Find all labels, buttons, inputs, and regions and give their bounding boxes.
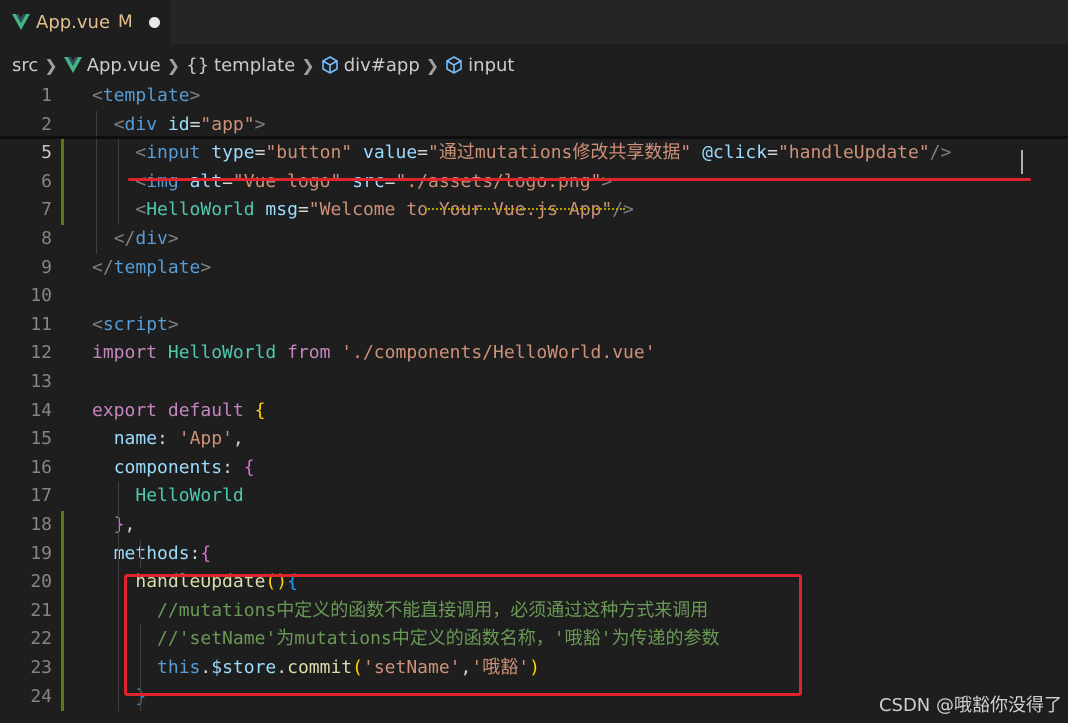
code-line[interactable]: 11 <script> [0, 311, 1068, 340]
cube-icon [446, 56, 462, 74]
line-number: 2 [41, 113, 52, 135]
chevron-right-icon: ❯ [166, 55, 181, 75]
tab-app-vue[interactable]: App.vue M [0, 0, 170, 44]
code-text: </template> [92, 256, 212, 278]
line-number: 9 [41, 256, 52, 278]
code-text: <div id="app"> [113, 113, 266, 135]
breadcrumb: src ❯ App.vue ❯ {} template ❯ div#app ❯ … [0, 44, 1068, 86]
code-line[interactable]: 10 [0, 282, 1068, 311]
tab-modified-badge: M [118, 12, 133, 32]
line-number: 1 [41, 85, 52, 106]
text-cursor [1021, 150, 1023, 174]
braces-icon: {} [186, 54, 210, 76]
code-line[interactable]: 19 methods:{ [0, 539, 1068, 569]
code-line[interactable]: 16 components: { [0, 454, 1068, 483]
line-number: 14 [30, 399, 52, 421]
warning-squiggle [425, 206, 625, 210]
line-number: 17 [30, 485, 52, 507]
git-modified-marker[interactable] [61, 511, 64, 540]
line-number: 15 [30, 428, 52, 450]
chevron-right-icon: ❯ [301, 55, 315, 75]
code-line[interactable]: 5 <input type="button" value="通过mutation… [0, 139, 1068, 168]
code-line[interactable]: 17 HelloWorld [0, 482, 1068, 511]
git-modified-marker[interactable] [61, 625, 64, 654]
line-number: 23 [30, 657, 52, 678]
code-line[interactable]: 1 <template> [0, 82, 1068, 111]
line-number: 19 [30, 542, 52, 564]
tab-bar: App.vue M [0, 0, 1068, 44]
git-modified-marker[interactable] [61, 568, 64, 597]
code-line[interactable]: 9 </template> [0, 254, 1068, 283]
code-text: methods:{ [113, 542, 212, 564]
code-text: </div> [113, 228, 179, 249]
git-modified-marker[interactable] [61, 139, 64, 168]
line-number: 16 [30, 456, 52, 478]
line-number: 21 [30, 599, 52, 621]
chevron-right-icon: ❯ [425, 55, 440, 75]
vue-icon [12, 14, 30, 30]
red-box-annotation [124, 574, 802, 696]
cube-icon [321, 56, 338, 74]
tab-title: App.vue [36, 11, 111, 33]
git-modified-marker[interactable] [61, 539, 64, 569]
code-text: <template> [92, 85, 201, 106]
code-text: name: 'App', [113, 428, 244, 450]
vue-icon [63, 57, 82, 73]
git-modified-marker[interactable] [61, 196, 64, 225]
code-line[interactable]: 13 [0, 368, 1068, 397]
code-text: <script> [92, 313, 179, 335]
code-line[interactable]: 12 import HelloWorld from './components/H… [0, 339, 1068, 368]
git-modified-marker[interactable] [61, 654, 64, 683]
chevron-right-icon: ❯ [44, 55, 58, 75]
watermark: CSDN @哦豁你没得了 [878, 695, 1062, 716]
git-modified-marker[interactable] [61, 167, 64, 197]
indent-guide [140, 539, 141, 569]
line-number: 12 [30, 342, 52, 364]
code-line[interactable]: 18 }, [0, 511, 1068, 540]
line-number: 8 [41, 228, 52, 249]
indent-guide [118, 139, 119, 225]
sticky-scroll-divider [0, 136, 1068, 139]
line-number: 5 [41, 142, 52, 164]
code-text: export default { [92, 399, 266, 421]
line-number: 20 [30, 571, 52, 593]
code-line[interactable]: 14 export default { [0, 397, 1068, 426]
code-line[interactable]: 6 <img alt="Vue logo" src="./assets/logo… [0, 167, 1068, 197]
indent-guide [96, 110, 97, 254]
code-line[interactable]: 2 <div id="app"> [0, 111, 1068, 140]
unsaved-dot-icon[interactable] [148, 16, 160, 28]
line-number: 10 [30, 285, 52, 307]
breadcrumb-item-div-app[interactable]: div#app [344, 55, 420, 76]
line-number: 22 [30, 628, 52, 650]
line-number: 24 [30, 685, 52, 707]
code-line[interactable]: 7 <HelloWorld msg="Welcome to Your Vue.j… [0, 196, 1068, 225]
breadcrumb-item-template[interactable]: template [214, 55, 295, 76]
code-text: HelloWorld [135, 485, 244, 507]
red-underline-annotation [128, 178, 1031, 181]
code-text: import HelloWorld from './components/Hel… [92, 342, 656, 364]
breadcrumb-item-input[interactable]: input [468, 55, 514, 76]
git-modified-marker[interactable] [61, 596, 64, 626]
code-line[interactable]: 15 name: 'App', [0, 425, 1068, 454]
line-number: 13 [30, 371, 52, 392]
code-text: }, [113, 514, 136, 535]
code-text: <img alt="Vue logo" src="./assets/logo.p… [135, 170, 613, 192]
code-text: <input type="button" value="通过mutations修… [135, 142, 952, 164]
line-number: 11 [30, 313, 52, 335]
breadcrumb-item-file[interactable]: App.vue [87, 55, 161, 76]
code-text: components: { [113, 456, 255, 478]
code-line[interactable]: 8 </div> [0, 225, 1068, 254]
line-number: 6 [41, 170, 52, 192]
indent-guide [118, 482, 119, 712]
line-number: 7 [41, 199, 52, 221]
code-text: <HelloWorld msg="Welcome to Your Vue.js … [135, 199, 634, 221]
breadcrumb-item-src[interactable]: src [12, 55, 38, 76]
git-modified-marker[interactable] [61, 682, 64, 712]
line-number: 18 [30, 514, 52, 535]
